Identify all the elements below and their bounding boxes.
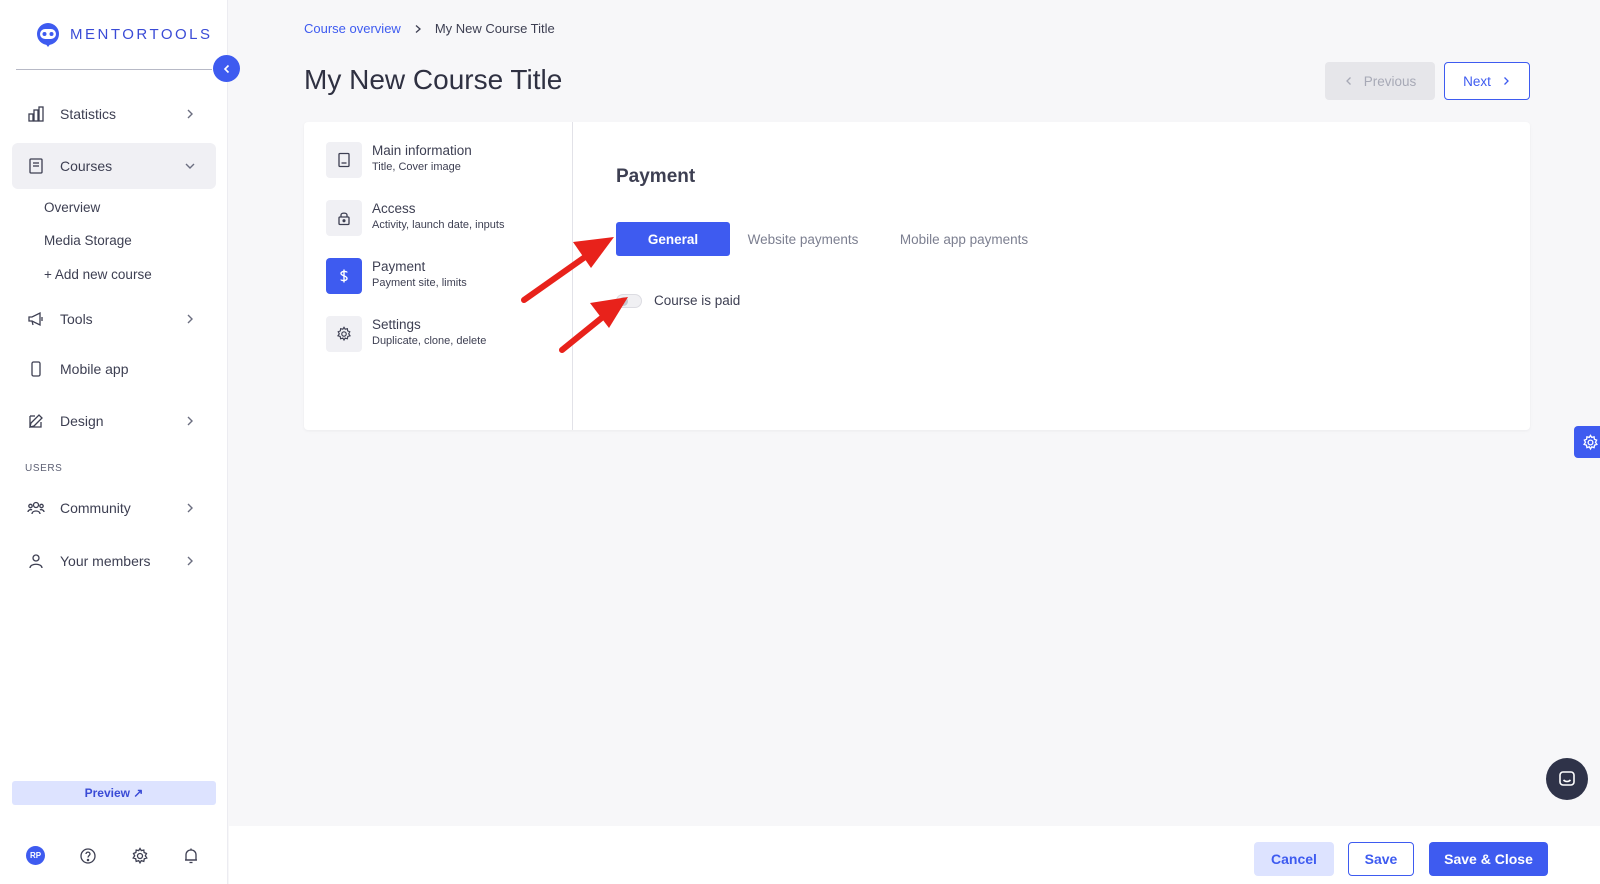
chevron-left-icon: [223, 64, 229, 73]
sidebar-item-label: Statistics: [60, 106, 117, 122]
chevron-right-icon: [187, 416, 193, 426]
chevron-right-icon: [1503, 77, 1509, 85]
cancel-button[interactable]: Cancel: [1254, 842, 1334, 876]
gear-icon: [1582, 433, 1598, 450]
user-icon: [26, 551, 46, 571]
collapse-sidebar-button[interactable]: [213, 55, 240, 82]
chevron-right-icon: [187, 503, 193, 513]
sidebar-item-tools[interactable]: Tools: [12, 296, 216, 342]
megaphone-icon: [26, 309, 46, 329]
chevron-right-icon: [187, 314, 193, 324]
people-icon: [26, 498, 46, 518]
previous-button[interactable]: Previous: [1325, 62, 1435, 100]
section-label-users: USERS: [25, 463, 63, 474]
course-is-paid-label: Course is paid: [654, 293, 741, 308]
step-subtitle: Payment site, limits: [372, 277, 467, 289]
sidebar: MENTORTOOLS Statistics Courses Overview …: [0, 0, 228, 884]
sidebar-item-label: Design: [60, 413, 104, 429]
course-is-paid-toggle[interactable]: [616, 294, 642, 308]
tab-mobile-app-payments[interactable]: Mobile app payments: [890, 222, 1038, 256]
step-title: Main information: [372, 143, 472, 158]
step-title: Settings: [372, 317, 421, 332]
bell-icon[interactable]: [179, 844, 203, 868]
preview-button[interactable]: Preview ↗: [12, 781, 216, 805]
course-editor-card: Main information Title, Cover image Acce…: [304, 122, 1530, 430]
chevron-right-icon: [415, 24, 421, 33]
step-settings[interactable]: Settings Duplicate, clone, delete: [326, 316, 566, 360]
step-subtitle: Duplicate, clone, delete: [372, 335, 487, 347]
chat-launcher-button[interactable]: [1546, 758, 1588, 800]
chevron-left-icon: [1345, 77, 1351, 85]
sidebar-item-statistics[interactable]: Statistics: [12, 91, 216, 137]
breadcrumb-current: My New Course Title: [434, 21, 555, 36]
breadcrumb-course-overview[interactable]: Course overview: [304, 21, 401, 36]
brand-logo[interactable]: MENTORTOOLS: [34, 20, 213, 48]
sidebar-subitem-media-storage[interactable]: Media Storage: [44, 233, 132, 248]
sidebar-item-label: Tools: [60, 311, 93, 327]
sidebar-item-label: Mobile app: [60, 361, 129, 377]
step-title: Payment: [372, 259, 426, 274]
step-subtitle: Activity, launch date, inputs: [372, 219, 505, 231]
chevron-right-icon: [187, 109, 193, 119]
card-divider: [572, 122, 573, 430]
sidebar-subitem-overview[interactable]: Overview: [44, 200, 100, 215]
sidebar-item-label: Courses: [60, 158, 113, 174]
avatar[interactable]: RP: [26, 846, 45, 865]
sidebar-item-design[interactable]: Design: [12, 398, 216, 444]
step-payment[interactable]: Payment Payment site, limits: [326, 258, 566, 302]
book-icon: [26, 156, 46, 176]
save-button[interactable]: Save: [1348, 842, 1414, 876]
tab-general[interactable]: General: [616, 222, 730, 256]
gear-icon[interactable]: [128, 844, 152, 868]
robot-logo-icon: [37, 23, 59, 47]
mobile-icon: [26, 359, 46, 379]
floating-settings-button[interactable]: [1574, 426, 1600, 458]
sidebar-subitem-add-course[interactable]: + Add new course: [44, 267, 152, 282]
step-title: Access: [372, 201, 416, 216]
chat-icon: [1559, 771, 1575, 786]
pencil-icon: [26, 411, 46, 431]
sidebar-item-community[interactable]: Community: [12, 485, 216, 531]
sidebar-item-label: Community: [60, 500, 131, 516]
dollar-icon: [326, 258, 362, 294]
next-button[interactable]: Next: [1444, 62, 1530, 100]
sidebar-bottom-bar: RP: [0, 844, 228, 868]
breadcrumb: Course overview My New Course Title: [304, 21, 555, 36]
footer-bar: Cancel Save Save & Close: [229, 826, 1600, 884]
sidebar-item-your-members[interactable]: Your members: [12, 538, 216, 584]
sidebar-item-courses[interactable]: Courses: [12, 143, 216, 189]
lock-icon: [326, 200, 362, 236]
logo-divider: [16, 69, 212, 70]
save-and-close-button[interactable]: Save & Close: [1429, 842, 1548, 876]
brand-name: MENTORTOOLS: [70, 25, 213, 43]
step-subtitle: Title, Cover image: [372, 161, 461, 173]
previous-label: Previous: [1363, 73, 1417, 89]
help-icon[interactable]: [76, 844, 100, 868]
document-icon: [326, 142, 362, 178]
gear-icon: [326, 316, 362, 352]
sidebar-item-mobile-app[interactable]: Mobile app: [12, 346, 216, 392]
step-access[interactable]: Access Activity, launch date, inputs: [326, 200, 566, 244]
bar-chart-icon: [26, 104, 46, 124]
tab-website-payments[interactable]: Website payments: [740, 222, 866, 256]
toggle-knob: [619, 297, 628, 306]
next-label: Next: [1463, 73, 1491, 89]
panel-title: Payment: [616, 166, 696, 187]
page-title: My New Course Title: [304, 64, 563, 95]
chevron-right-icon: [187, 556, 193, 566]
sidebar-item-label: Your members: [60, 553, 151, 569]
step-main-information[interactable]: Main information Title, Cover image: [326, 142, 566, 186]
chevron-down-icon: [185, 163, 195, 169]
